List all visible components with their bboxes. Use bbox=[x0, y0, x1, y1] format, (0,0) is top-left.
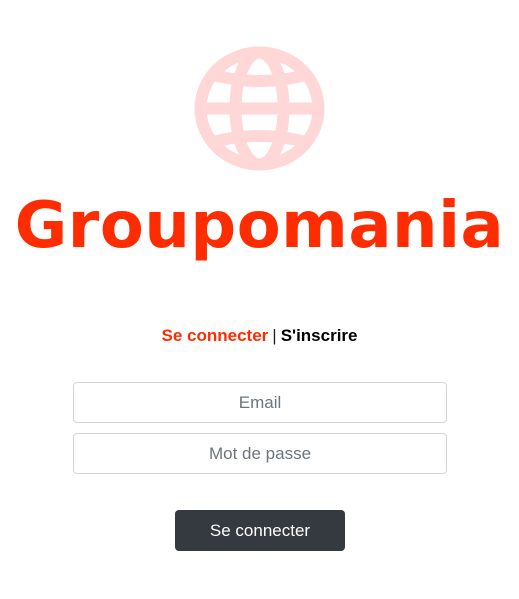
login-button[interactable]: Se connecter bbox=[175, 510, 345, 551]
tab-login[interactable]: Se connecter bbox=[162, 326, 269, 345]
globe-icon bbox=[194, 46, 325, 171]
auth-tabs: Se connecter | S'inscrire bbox=[0, 325, 519, 347]
brand-wordmark: Groupomania bbox=[14, 189, 505, 263]
email-field[interactable] bbox=[73, 382, 447, 423]
brand-logo: Groupomania bbox=[0, 0, 519, 280]
password-field[interactable] bbox=[73, 433, 447, 474]
tab-signup[interactable]: S'inscrire bbox=[281, 326, 358, 345]
tab-separator: | bbox=[272, 326, 277, 345]
